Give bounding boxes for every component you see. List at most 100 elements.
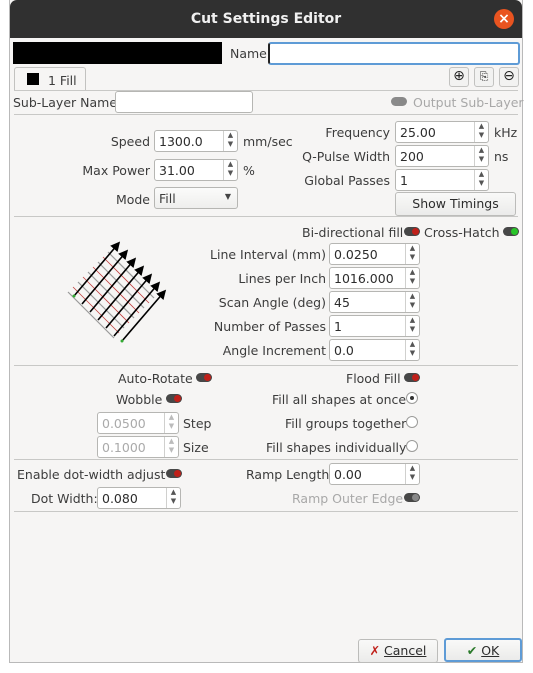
- ramp-length-input[interactable]: 0.00 ▲ ▼: [329, 463, 420, 485]
- ramp-length-label: Ramp Length: [246, 467, 330, 482]
- global-passes-label: Global Passes: [304, 173, 390, 188]
- auto-rotate-toggle[interactable]: [196, 373, 212, 382]
- fill-all-label: Fill all shapes at once: [272, 392, 407, 407]
- title-bar: Cut Settings Editor ×: [10, 0, 522, 38]
- spin-arrows-icon[interactable]: ▲ ▼: [166, 488, 180, 508]
- dot-width-label: Dot Width:: [31, 491, 98, 506]
- cut-settings-window: Cut Settings Editor × Name 1 Fill ⊕ ⎘ ⊖ …: [9, 0, 524, 663]
- ramp-outer-edge-toggle: [404, 493, 420, 502]
- spin-arrows-icon[interactable]: ▲ ▼: [405, 316, 419, 336]
- spin-arrows-icon: ▲ ▼: [164, 413, 178, 433]
- ramp-outer-edge-label: Ramp Outer Edge: [292, 491, 404, 506]
- number-of-passes-label: Number of Passes: [213, 319, 326, 334]
- speed-label: Speed: [110, 134, 150, 149]
- global-passes-value: 1: [400, 173, 408, 188]
- angle-increment-input[interactable]: 0.0 ▲ ▼: [329, 339, 420, 361]
- flood-fill-toggle[interactable]: [404, 373, 420, 382]
- cancel-button[interactable]: ✗ Cancel: [358, 639, 438, 663]
- spin-arrows-icon[interactable]: ▲ ▼: [474, 122, 488, 142]
- global-passes-input[interactable]: 1 ▲ ▼: [395, 169, 489, 191]
- angle-increment-label: Angle Increment: [222, 343, 326, 358]
- fill-groups-radio[interactable]: [406, 416, 418, 428]
- close-icon[interactable]: ×: [494, 9, 514, 29]
- ok-button[interactable]: ✔ OK: [444, 638, 522, 662]
- fill-individually-radio[interactable]: [406, 440, 418, 452]
- auto-rotate-label: Auto-Rotate: [118, 371, 193, 386]
- qpulse-unit: ns: [494, 149, 509, 164]
- remove-icon[interactable]: ⊖: [499, 67, 519, 87]
- maxpower-value: 31.00: [159, 163, 195, 178]
- spin-arrows-icon[interactable]: ▲ ▼: [405, 292, 419, 312]
- dot-width-adjust-label: Enable dot-width adjust: [17, 467, 166, 482]
- lines-per-inch-input[interactable]: 1016.000 ▲ ▼: [329, 267, 420, 289]
- step-value: 0.0500: [102, 416, 146, 431]
- show-timings-button[interactable]: Show Timings: [395, 192, 516, 216]
- layer-color-swatch[interactable]: [13, 42, 222, 64]
- chevron-down-icon: ▼: [224, 192, 231, 201]
- step-label: Step: [183, 416, 212, 431]
- divider: [14, 511, 518, 512]
- crosshatch-toggle[interactable]: [503, 227, 519, 236]
- fill-all-radio[interactable]: [406, 392, 418, 404]
- ramp-length-value: 0.00: [334, 467, 362, 482]
- tab-fill[interactable]: 1 Fill: [14, 67, 86, 91]
- qpulse-label: Q-Pulse Width: [302, 149, 390, 164]
- copy-icon[interactable]: ⎘: [474, 67, 494, 87]
- spin-arrows-icon[interactable]: ▲ ▼: [474, 146, 488, 166]
- number-of-passes-input[interactable]: 1 ▲ ▼: [329, 315, 420, 337]
- mode-label: Mode: [115, 192, 150, 207]
- spin-arrows-icon[interactable]: ▲ ▼: [405, 464, 419, 484]
- spin-arrows-icon[interactable]: ▲ ▼: [405, 340, 419, 360]
- output-sublayer-toggle[interactable]: [391, 97, 407, 106]
- lines-per-inch-value: 1016.000: [334, 271, 394, 286]
- divider: [14, 365, 518, 366]
- size-label: Size: [183, 440, 209, 455]
- lines-per-inch-label: Lines per Inch: [238, 271, 326, 286]
- spin-arrows-icon[interactable]: ▲ ▼: [223, 131, 237, 151]
- line-interval-label: Line Interval (mm): [210, 247, 326, 262]
- spin-arrows-icon[interactable]: ▲ ▼: [223, 160, 237, 180]
- fill-groups-label: Fill groups together: [285, 416, 407, 431]
- output-sublayer-label: Output Sub-Layer: [413, 95, 524, 110]
- mode-value: Fill: [159, 191, 176, 206]
- line-interval-input[interactable]: 0.0250 ▲ ▼: [329, 243, 420, 265]
- qpulse-value: 200: [400, 149, 424, 164]
- speed-input[interactable]: 1300.0 ▲ ▼: [154, 130, 238, 152]
- wobble-toggle[interactable]: [166, 394, 182, 403]
- speed-value: 1300.0: [159, 134, 203, 149]
- scan-angle-value: 45: [334, 295, 350, 310]
- add-icon[interactable]: ⊕: [449, 67, 469, 87]
- tab-color-swatch: [27, 73, 39, 85]
- spin-arrows-icon[interactable]: ▲ ▼: [474, 170, 488, 190]
- divider: [14, 459, 518, 460]
- spin-arrows-icon[interactable]: ▲ ▼: [405, 268, 419, 288]
- bidir-fill-label: Bi-directional fill: [302, 225, 404, 240]
- spin-arrows-icon[interactable]: ▲ ▼: [405, 244, 419, 264]
- cancel-icon: ✗: [369, 643, 381, 658]
- maxpower-unit: %: [243, 163, 255, 178]
- size-value: 0.1000: [102, 440, 146, 455]
- name-input[interactable]: [268, 42, 520, 65]
- sublayer-name-input[interactable]: [115, 91, 253, 113]
- tab-label: 1 Fill: [48, 73, 77, 88]
- speed-unit: mm/sec: [243, 134, 293, 149]
- dot-width-value: 0.080: [102, 491, 138, 506]
- dot-width-adjust-toggle[interactable]: [166, 469, 182, 478]
- mode-select[interactable]: Fill ▼: [154, 187, 238, 209]
- angle-increment-value: 0.0: [334, 343, 354, 358]
- scan-angle-label: Scan Angle (deg): [218, 295, 326, 310]
- flood-fill-label: Flood Fill: [346, 371, 401, 386]
- frequency-input[interactable]: 25.00 ▲ ▼: [395, 121, 489, 143]
- scan-angle-input[interactable]: 45 ▲ ▼: [329, 291, 420, 313]
- qpulse-input[interactable]: 200 ▲ ▼: [395, 145, 489, 167]
- number-of-passes-value: 1: [334, 319, 342, 334]
- fill-preview-image: [67, 241, 167, 343]
- ok-label: OK: [481, 643, 500, 658]
- dot-width-input[interactable]: 0.080 ▲ ▼: [97, 487, 181, 509]
- crosshatch-label: Cross-Hatch: [424, 225, 500, 240]
- tab-divider: [14, 90, 518, 91]
- divider: [14, 114, 518, 115]
- cancel-label: Cancel: [384, 643, 427, 658]
- bidir-fill-toggle[interactable]: [404, 227, 420, 236]
- maxpower-input[interactable]: 31.00 ▲ ▼: [154, 159, 238, 181]
